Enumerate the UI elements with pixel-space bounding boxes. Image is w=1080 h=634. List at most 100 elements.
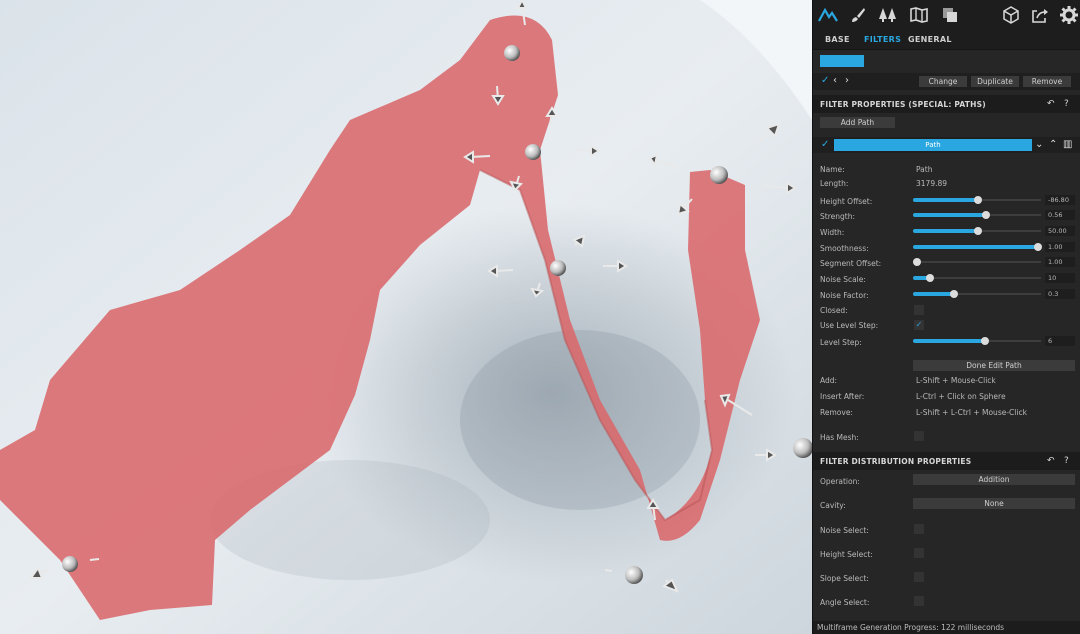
- angle-select-label: Angle Select:: [820, 598, 870, 607]
- slider-knob[interactable]: [925, 274, 934, 282]
- path-item[interactable]: Path: [834, 139, 1032, 151]
- add-label: Add:: [820, 376, 838, 385]
- slope-select-checkbox[interactable]: [914, 572, 924, 582]
- slider-knob[interactable]: [1034, 243, 1043, 251]
- prev-filter-button[interactable]: ‹: [833, 75, 837, 87]
- reset-icon[interactable]: ↶: [1047, 98, 1055, 110]
- angle-select-checkbox[interactable]: [914, 596, 924, 606]
- tab-general[interactable]: GENERAL: [908, 35, 952, 44]
- layers-icon[interactable]: [939, 4, 961, 26]
- slider-knob[interactable]: [981, 211, 990, 219]
- terrain-viewport[interactable]: [0, 0, 812, 634]
- help-icon[interactable]: ?: [1064, 455, 1069, 467]
- slope-select-label: Slope Select:: [820, 574, 869, 583]
- right-panel: BASE FILTERS GENERAL ✓ ‹ › Change Duplic…: [812, 0, 1080, 634]
- length-label: Length:: [820, 179, 849, 188]
- closed-label: Closed:: [820, 306, 848, 315]
- path-control-sphere[interactable]: [550, 260, 566, 276]
- slider-knob[interactable]: [949, 290, 958, 298]
- height-select-checkbox[interactable]: [914, 548, 924, 558]
- closed-checkbox[interactable]: [914, 305, 924, 315]
- has-mesh-label: Has Mesh:: [820, 433, 859, 442]
- slider-value[interactable]: 10: [1045, 273, 1075, 283]
- path-control-sphere[interactable]: [504, 45, 520, 61]
- path-control-sphere[interactable]: [525, 144, 541, 160]
- slider-value[interactable]: -86.80: [1045, 195, 1075, 205]
- path-control-sphere[interactable]: [625, 566, 643, 584]
- brush-icon[interactable]: [847, 4, 869, 26]
- remove-button[interactable]: Remove: [1023, 76, 1071, 87]
- slider-label: Noise Factor:: [820, 291, 869, 300]
- chevron-down-icon[interactable]: ⌄: [1035, 139, 1043, 151]
- filter-selected-tab[interactable]: [820, 55, 864, 67]
- noise-select-checkbox[interactable]: [914, 524, 924, 534]
- operation-dropdown[interactable]: Addition: [913, 474, 1075, 485]
- chevron-up-icon[interactable]: ⌃: [1049, 139, 1057, 151]
- add-hint: L-Shift + Mouse-Click: [916, 376, 996, 385]
- name-field[interactable]: Path: [916, 165, 932, 174]
- slider-value[interactable]: 0.56: [1045, 210, 1075, 220]
- filter-enabled-check[interactable]: ✓: [821, 75, 829, 87]
- slider[interactable]: [912, 257, 1041, 267]
- gear-icon[interactable]: [1058, 4, 1080, 26]
- mountain-logo-icon[interactable]: [817, 4, 839, 26]
- map-icon[interactable]: [908, 4, 930, 26]
- slider-label: Smoothness:: [820, 244, 869, 253]
- slider-knob[interactable]: [974, 196, 983, 204]
- status-bar: Multiframe Generation Progress: 122 mill…: [813, 621, 1080, 634]
- slider[interactable]: [913, 195, 1041, 205]
- tab-filters[interactable]: FILTERS: [864, 35, 901, 44]
- remove-hint: L-Shift + L-Ctrl + Mouse-Click: [916, 408, 1027, 417]
- terrain-scene[interactable]: [0, 0, 812, 634]
- use-level-step-label: Use Level Step:: [820, 321, 879, 330]
- slider-knob[interactable]: [980, 337, 989, 345]
- slider-label: Noise Scale:: [820, 275, 866, 284]
- cavity-dropdown[interactable]: None: [913, 498, 1075, 509]
- main-tabs: BASE FILTERS GENERAL: [813, 30, 1080, 50]
- slider-knob[interactable]: [974, 227, 983, 235]
- next-filter-button[interactable]: ›: [845, 75, 849, 87]
- tab-base[interactable]: BASE: [825, 35, 850, 44]
- cube-icon[interactable]: [1000, 4, 1022, 26]
- slider[interactable]: [913, 226, 1041, 236]
- has-mesh-checkbox[interactable]: [914, 431, 924, 441]
- help-icon[interactable]: ?: [1064, 98, 1069, 110]
- slider-value[interactable]: 50.00: [1045, 226, 1075, 236]
- done-edit-path-button[interactable]: Done Edit Path: [913, 360, 1075, 371]
- filter-distribution-header: FILTER DISTRIBUTION PROPERTIES ↶ ?: [813, 452, 1080, 470]
- slider-label: Height Offset:: [820, 197, 873, 206]
- slider[interactable]: [913, 273, 1041, 283]
- export-icon[interactable]: [1029, 4, 1051, 26]
- path-control-sphere[interactable]: [62, 556, 78, 572]
- height-select-label: Height Select:: [820, 550, 873, 559]
- level-step-slider[interactable]: [913, 336, 1041, 346]
- remove-label: Remove:: [820, 408, 853, 417]
- path-enabled-check[interactable]: ✓: [821, 139, 829, 151]
- slider-value[interactable]: 0.3: [1045, 289, 1075, 299]
- duplicate-button[interactable]: Duplicate: [971, 76, 1019, 87]
- path-control-sphere[interactable]: [710, 166, 728, 184]
- slider[interactable]: [913, 242, 1043, 252]
- reset-icon[interactable]: ↶: [1047, 455, 1055, 467]
- change-button[interactable]: Change: [919, 76, 967, 87]
- name-label: Name:: [820, 165, 845, 174]
- slider[interactable]: [913, 210, 1041, 220]
- slider[interactable]: [913, 289, 1041, 299]
- length-value: 3179.89: [916, 179, 948, 188]
- slider-label: Segment Offset:: [820, 259, 882, 268]
- section-title: FILTER PROPERTIES (SPECIAL: PATHS): [820, 100, 986, 109]
- noise-select-label: Noise Select:: [820, 526, 869, 535]
- slider-value[interactable]: 1.00: [1045, 242, 1075, 252]
- filter-properties-header: FILTER PROPERTIES (SPECIAL: PATHS) ↶ ?: [813, 95, 1080, 113]
- insert-after-hint: L-Ctrl + Click on Sphere: [916, 392, 1006, 401]
- level-step-value[interactable]: 6: [1045, 336, 1075, 346]
- section-title: FILTER DISTRIBUTION PROPERTIES: [820, 457, 972, 466]
- top-toolbar: [813, 0, 1080, 30]
- trees-icon[interactable]: [877, 4, 899, 26]
- slider-value[interactable]: 1.00: [1045, 257, 1075, 267]
- use-level-step-checkbox[interactable]: ✓: [914, 320, 924, 330]
- trash-icon[interactable]: ▥: [1063, 139, 1072, 151]
- filter-nav-bar: ✓ ‹ › Change Duplicate Remove: [813, 73, 1080, 90]
- slider-knob[interactable]: [912, 258, 921, 266]
- add-path-button[interactable]: Add Path: [820, 117, 895, 128]
